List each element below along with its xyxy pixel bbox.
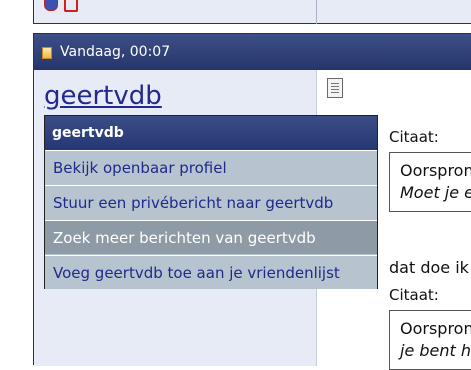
post-document-icon: [327, 78, 343, 98]
menu-item-find-more-posts[interactable]: Zoek meer berichten van geertvdb: [45, 220, 377, 254]
post-header: Vandaag, 00:07: [34, 34, 471, 70]
previous-post-footer: [33, 0, 471, 24]
user-popup-menu: geertvdb Bekijk openbaar profiel Stuur e…: [44, 115, 378, 289]
quote-box: Oorspronke je bent hie: [389, 310, 471, 370]
username-link[interactable]: geertvdb: [44, 80, 162, 112]
globe-icon[interactable]: [44, 0, 58, 11]
column-divider: [316, 0, 317, 24]
post-icon: [42, 47, 52, 59]
online-status-icon[interactable]: [64, 0, 78, 12]
quote-label: Citaat:: [389, 286, 439, 304]
post-date: Vandaag, 00:07: [60, 44, 171, 60]
quote-header-text: Oorspronke: [400, 319, 471, 338]
quote-text: je bent hie: [400, 341, 471, 360]
quote-box: Oorspronke Moet je ee: [389, 152, 471, 212]
menu-item-add-friend[interactable]: Voeg geertvdb toe aan je vriendenlijst: [45, 255, 377, 289]
menu-header: geertvdb: [45, 116, 377, 150]
post-text: dat doe ik: [389, 258, 469, 277]
quote-label: Citaat:: [389, 128, 439, 146]
quote-header-text: Oorspronke: [400, 161, 471, 180]
menu-item-view-profile[interactable]: Bekijk openbaar profiel: [45, 150, 377, 184]
quote-text: Moet je ee: [400, 183, 471, 202]
previous-post-icons: [44, 0, 78, 12]
menu-item-send-private-message[interactable]: Stuur een privébericht naar geertvdb: [45, 185, 377, 219]
